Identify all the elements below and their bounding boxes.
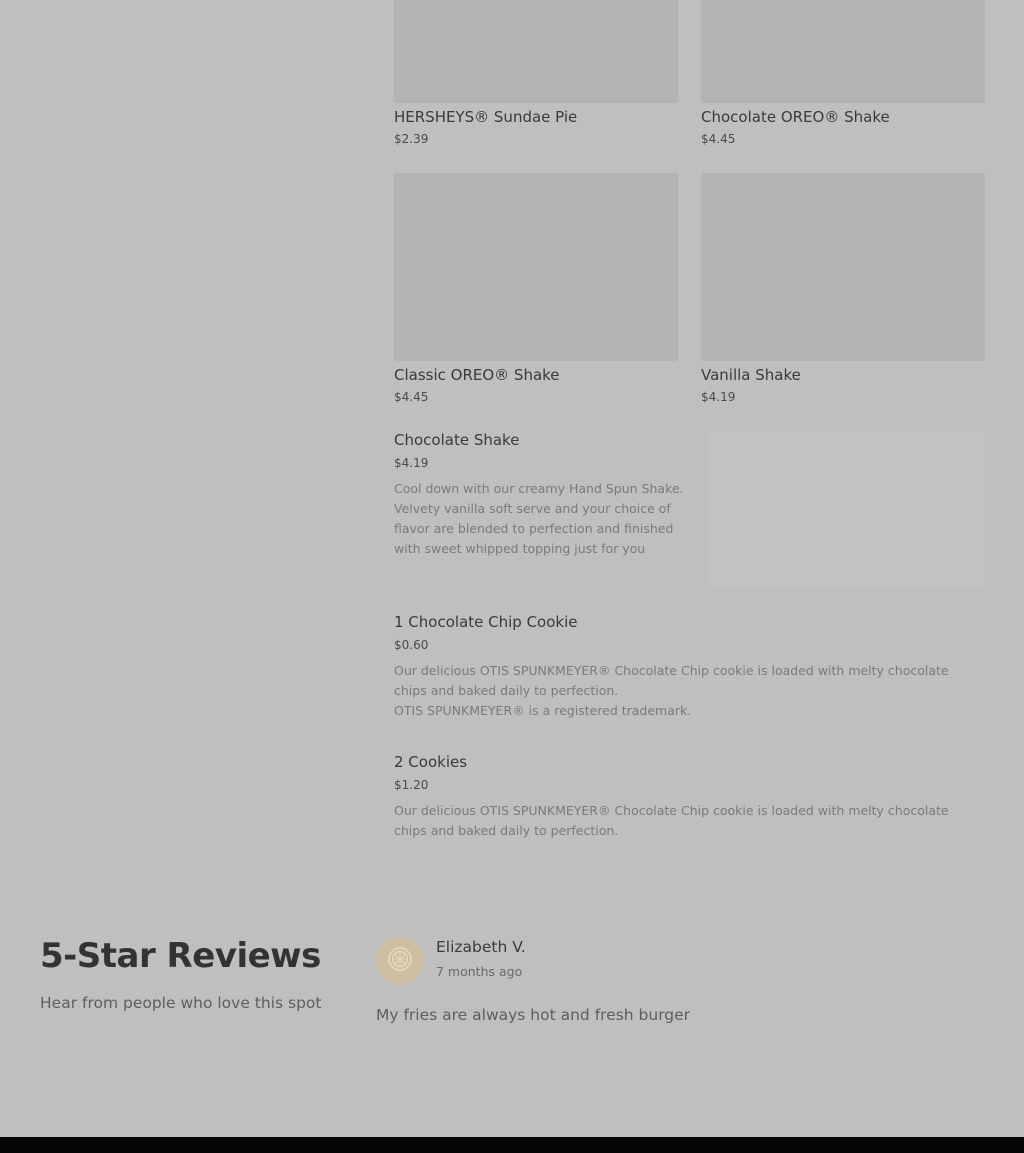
menu-item-image[interactable] bbox=[701, 173, 985, 361]
menu-card-classic-oreo-shake[interactable]: Classic OREO® Shake $4.45 bbox=[394, 173, 678, 404]
reviews-heading: 5-Star Reviews bbox=[40, 936, 321, 976]
menu-item-image[interactable] bbox=[394, 0, 678, 103]
menu-item-name: Vanilla Shake bbox=[701, 366, 801, 384]
menu-card-chocolate-oreo-shake[interactable]: Chocolate OREO® Shake $4.45 bbox=[701, 0, 985, 146]
menu-item-name: 2 Cookies bbox=[394, 753, 468, 771]
reviewer-name: Elizabeth V. bbox=[436, 938, 526, 956]
menu-item-price: $4.45 bbox=[394, 390, 429, 404]
menu-item-price: $4.19 bbox=[394, 456, 429, 470]
menu-item-price: $4.45 bbox=[701, 132, 736, 146]
menu-card-hersheys-sundae-pie[interactable]: HERSHEYS® Sundae Pie $2.39 bbox=[394, 0, 678, 146]
review-timestamp: 7 months ago bbox=[436, 964, 523, 979]
menu-item-name: Chocolate Shake bbox=[394, 431, 520, 449]
menu-item-description: Our delicious OTIS SPUNKMEYER® Chocolate… bbox=[394, 663, 949, 718]
menu-item-price: $4.19 bbox=[701, 390, 736, 404]
menu-item-2-cookies[interactable]: 2 Cookies $1.20 Our delicious OTIS SPUNK… bbox=[394, 753, 994, 841]
menu-item-name: HERSHEYS® Sundae Pie bbox=[394, 108, 578, 126]
menu-item-price: $1.20 bbox=[394, 778, 429, 792]
menu-item-name: Chocolate OREO® Shake bbox=[701, 108, 890, 126]
menu-item-description: Our delicious OTIS SPUNKMEYER® Chocolate… bbox=[394, 803, 949, 838]
menu-item-name: 1 Chocolate Chip Cookie bbox=[394, 613, 578, 631]
menu-item-image[interactable] bbox=[701, 0, 985, 103]
menu-item-price: $0.60 bbox=[394, 638, 429, 652]
menu-item-price: $2.39 bbox=[394, 132, 429, 146]
reviews-subtitle: Hear from people who love this spot bbox=[40, 994, 322, 1012]
reviewer-avatar bbox=[376, 937, 423, 984]
menu-item-name: Classic OREO® Shake bbox=[394, 366, 560, 384]
menu-item-image[interactable] bbox=[708, 431, 984, 587]
citrus-slice-icon bbox=[387, 946, 413, 976]
menu-card-vanilla-shake[interactable]: Vanilla Shake $4.19 bbox=[701, 173, 985, 404]
review-text: My fries are always hot and fresh burger bbox=[376, 1006, 691, 1024]
menu-item-chocolate-shake[interactable]: Chocolate Shake $4.19 Cool down with our… bbox=[394, 431, 694, 559]
footer-bar bbox=[0, 1137, 1024, 1153]
menu-item-description: Cool down with our creamy Hand Spun Shak… bbox=[394, 481, 684, 556]
menu-item-1-chocolate-chip-cookie[interactable]: 1 Chocolate Chip Cookie $0.60 Our delici… bbox=[394, 613, 994, 721]
menu-item-image[interactable] bbox=[394, 173, 678, 361]
